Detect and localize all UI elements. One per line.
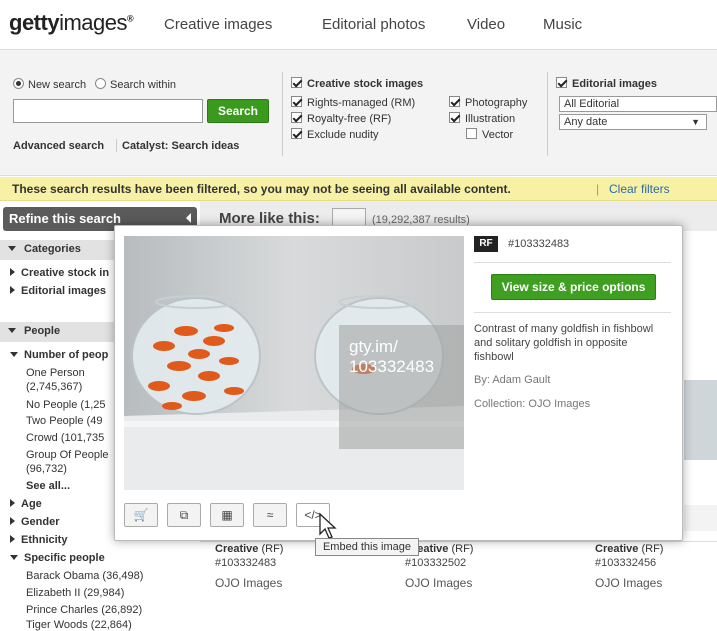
triangle-right-icon — [10, 499, 15, 507]
divider — [282, 72, 283, 156]
triangle-down-icon — [10, 352, 18, 357]
result-toolbar — [684, 505, 717, 531]
triangle-right-icon — [10, 517, 15, 525]
checkbox-icon — [291, 112, 302, 123]
getty-logo[interactable]: gettyimages® — [9, 10, 134, 36]
royalty-free-checkbox[interactable]: Royalty-free (RF) — [291, 112, 391, 125]
people-one-person[interactable]: One Person — [26, 367, 85, 379]
divider — [474, 262, 671, 263]
checkbox-icon — [449, 96, 460, 107]
vector-checkbox[interactable]: Vector — [466, 128, 513, 141]
filter-banner-text: These search results have been filtered,… — [12, 182, 511, 196]
search-input[interactable] — [13, 99, 203, 123]
sidebar-item-gender[interactable]: Gender — [10, 516, 60, 528]
view-size-price-button[interactable]: View size & price options — [491, 274, 656, 300]
triangle-down-icon — [8, 246, 16, 251]
person-tiger-woods[interactable]: Tiger Woods (22,864) — [26, 619, 132, 631]
calculator-icon: ▦ — [221, 508, 233, 522]
nav-video[interactable]: Video — [467, 16, 505, 33]
result-1-id: #103332483 — [215, 557, 277, 569]
result-2-collection[interactable]: OJO Images — [405, 576, 472, 590]
radio-icon — [13, 78, 24, 89]
price-calculator-button[interactable]: ▦ — [210, 503, 244, 527]
rf-badge: RF — [474, 236, 498, 252]
search-within-radio[interactable]: Search within — [95, 78, 176, 91]
nav-music[interactable]: Music — [543, 16, 582, 33]
checkbox-icon — [449, 112, 460, 123]
chevron-down-icon: ▼ — [691, 117, 700, 127]
clear-filters-link[interactable]: Clear filters — [609, 182, 670, 196]
result-thumbnail[interactable] — [684, 380, 717, 460]
add-to-cart-button[interactable]: 🛒 — [124, 503, 158, 527]
result-1-title: Creative (RF) — [215, 543, 284, 555]
triangle-down-icon — [8, 328, 16, 333]
image-description: Contrast of many goldfish in fishbowl an… — [474, 323, 654, 363]
collection-name[interactable]: Collection: OJO Images — [474, 398, 590, 410]
photography-checkbox[interactable]: Photography — [449, 96, 527, 109]
similar-images-button[interactable]: ≈ — [253, 503, 287, 527]
similar-icon: ≈ — [266, 508, 274, 522]
search-button[interactable]: Search — [207, 99, 269, 123]
triangle-right-icon — [10, 535, 15, 543]
people-group[interactable]: Group Of People — [26, 449, 109, 461]
nav-editorial-photos[interactable]: Editorial photos — [322, 16, 425, 33]
number-of-people-item[interactable]: Number of peop — [10, 349, 108, 361]
specific-people-item[interactable]: Specific people — [10, 552, 105, 564]
result-3-collection[interactable]: OJO Images — [595, 576, 662, 590]
result-2-id: #103332502 — [405, 557, 467, 569]
divider — [547, 72, 548, 156]
embed-short-url[interactable]: gty.im/103332483 — [349, 337, 434, 377]
rights-managed-checkbox[interactable]: Rights-managed (RM) — [291, 96, 415, 109]
divider — [200, 541, 717, 542]
embed-tooltip: Embed this image — [315, 538, 419, 556]
checkbox-icon — [466, 128, 477, 139]
people-one-person-count[interactable]: (2,745,367) — [26, 381, 82, 393]
person-prince-charles[interactable]: Prince Charles (26,892) — [26, 604, 142, 616]
people-no-people[interactable]: No People (1,25 — [26, 399, 106, 411]
catalyst-link[interactable]: Catalyst: Search ideas — [122, 140, 239, 152]
editorial-images-checkbox[interactable]: Editorial images — [556, 77, 657, 90]
editorial-type-select[interactable]: All Editorial — [559, 96, 717, 112]
add-to-lightbox-button[interactable]: ⧉ — [167, 503, 201, 527]
lightbox-icon: ⧉ — [179, 508, 189, 522]
new-search-radio[interactable]: New search — [13, 78, 86, 91]
photographer-credit[interactable]: By: Adam Gault — [474, 374, 550, 386]
checkbox-icon — [556, 77, 567, 88]
checkbox-icon — [291, 77, 302, 88]
sidebar-item-editorial[interactable]: Editorial images — [10, 285, 106, 297]
banner-separator: | — [596, 182, 600, 196]
advanced-search-link[interactable]: Advanced search — [13, 140, 104, 152]
image-id: #103332483 — [508, 238, 570, 250]
result-1-collection[interactable]: OJO Images — [215, 576, 282, 590]
cart-icon: 🛒 — [133, 508, 149, 522]
exclude-nudity-checkbox[interactable]: Exclude nudity — [291, 128, 379, 141]
checkbox-icon — [291, 96, 302, 107]
divider — [474, 312, 671, 313]
result-3-title: Creative (RF) — [595, 543, 664, 555]
date-select[interactable]: Any date ▼ — [559, 114, 707, 130]
sidebar-item-age[interactable]: Age — [10, 498, 42, 510]
see-all-link[interactable]: See all... — [26, 480, 70, 492]
sidebar-item-ethnicity[interactable]: Ethnicity — [10, 534, 67, 546]
sidebar-item-creative[interactable]: Creative stock in — [10, 267, 109, 279]
people-two-people[interactable]: Two People (49 — [26, 415, 102, 427]
people-crowd[interactable]: Crowd (101,735 — [26, 432, 104, 444]
divider — [116, 139, 117, 152]
people-group-count[interactable]: (96,732) — [26, 463, 67, 475]
collapse-icon — [186, 213, 191, 223]
triangle-down-icon — [10, 555, 18, 560]
illustration-checkbox[interactable]: Illustration — [449, 112, 515, 125]
triangle-right-icon — [10, 286, 15, 294]
creative-stock-checkbox[interactable]: Creative stock images — [291, 77, 423, 90]
nav-creative-images[interactable]: Creative images — [164, 16, 272, 33]
triangle-right-icon — [10, 268, 15, 276]
result-3-id: #103332456 — [595, 557, 657, 569]
checkbox-icon — [291, 128, 302, 139]
radio-icon — [95, 78, 106, 89]
person-elizabeth-ii[interactable]: Elizabeth II (29,984) — [26, 587, 124, 599]
person-barack-obama[interactable]: Barack Obama (36,498) — [26, 570, 143, 582]
